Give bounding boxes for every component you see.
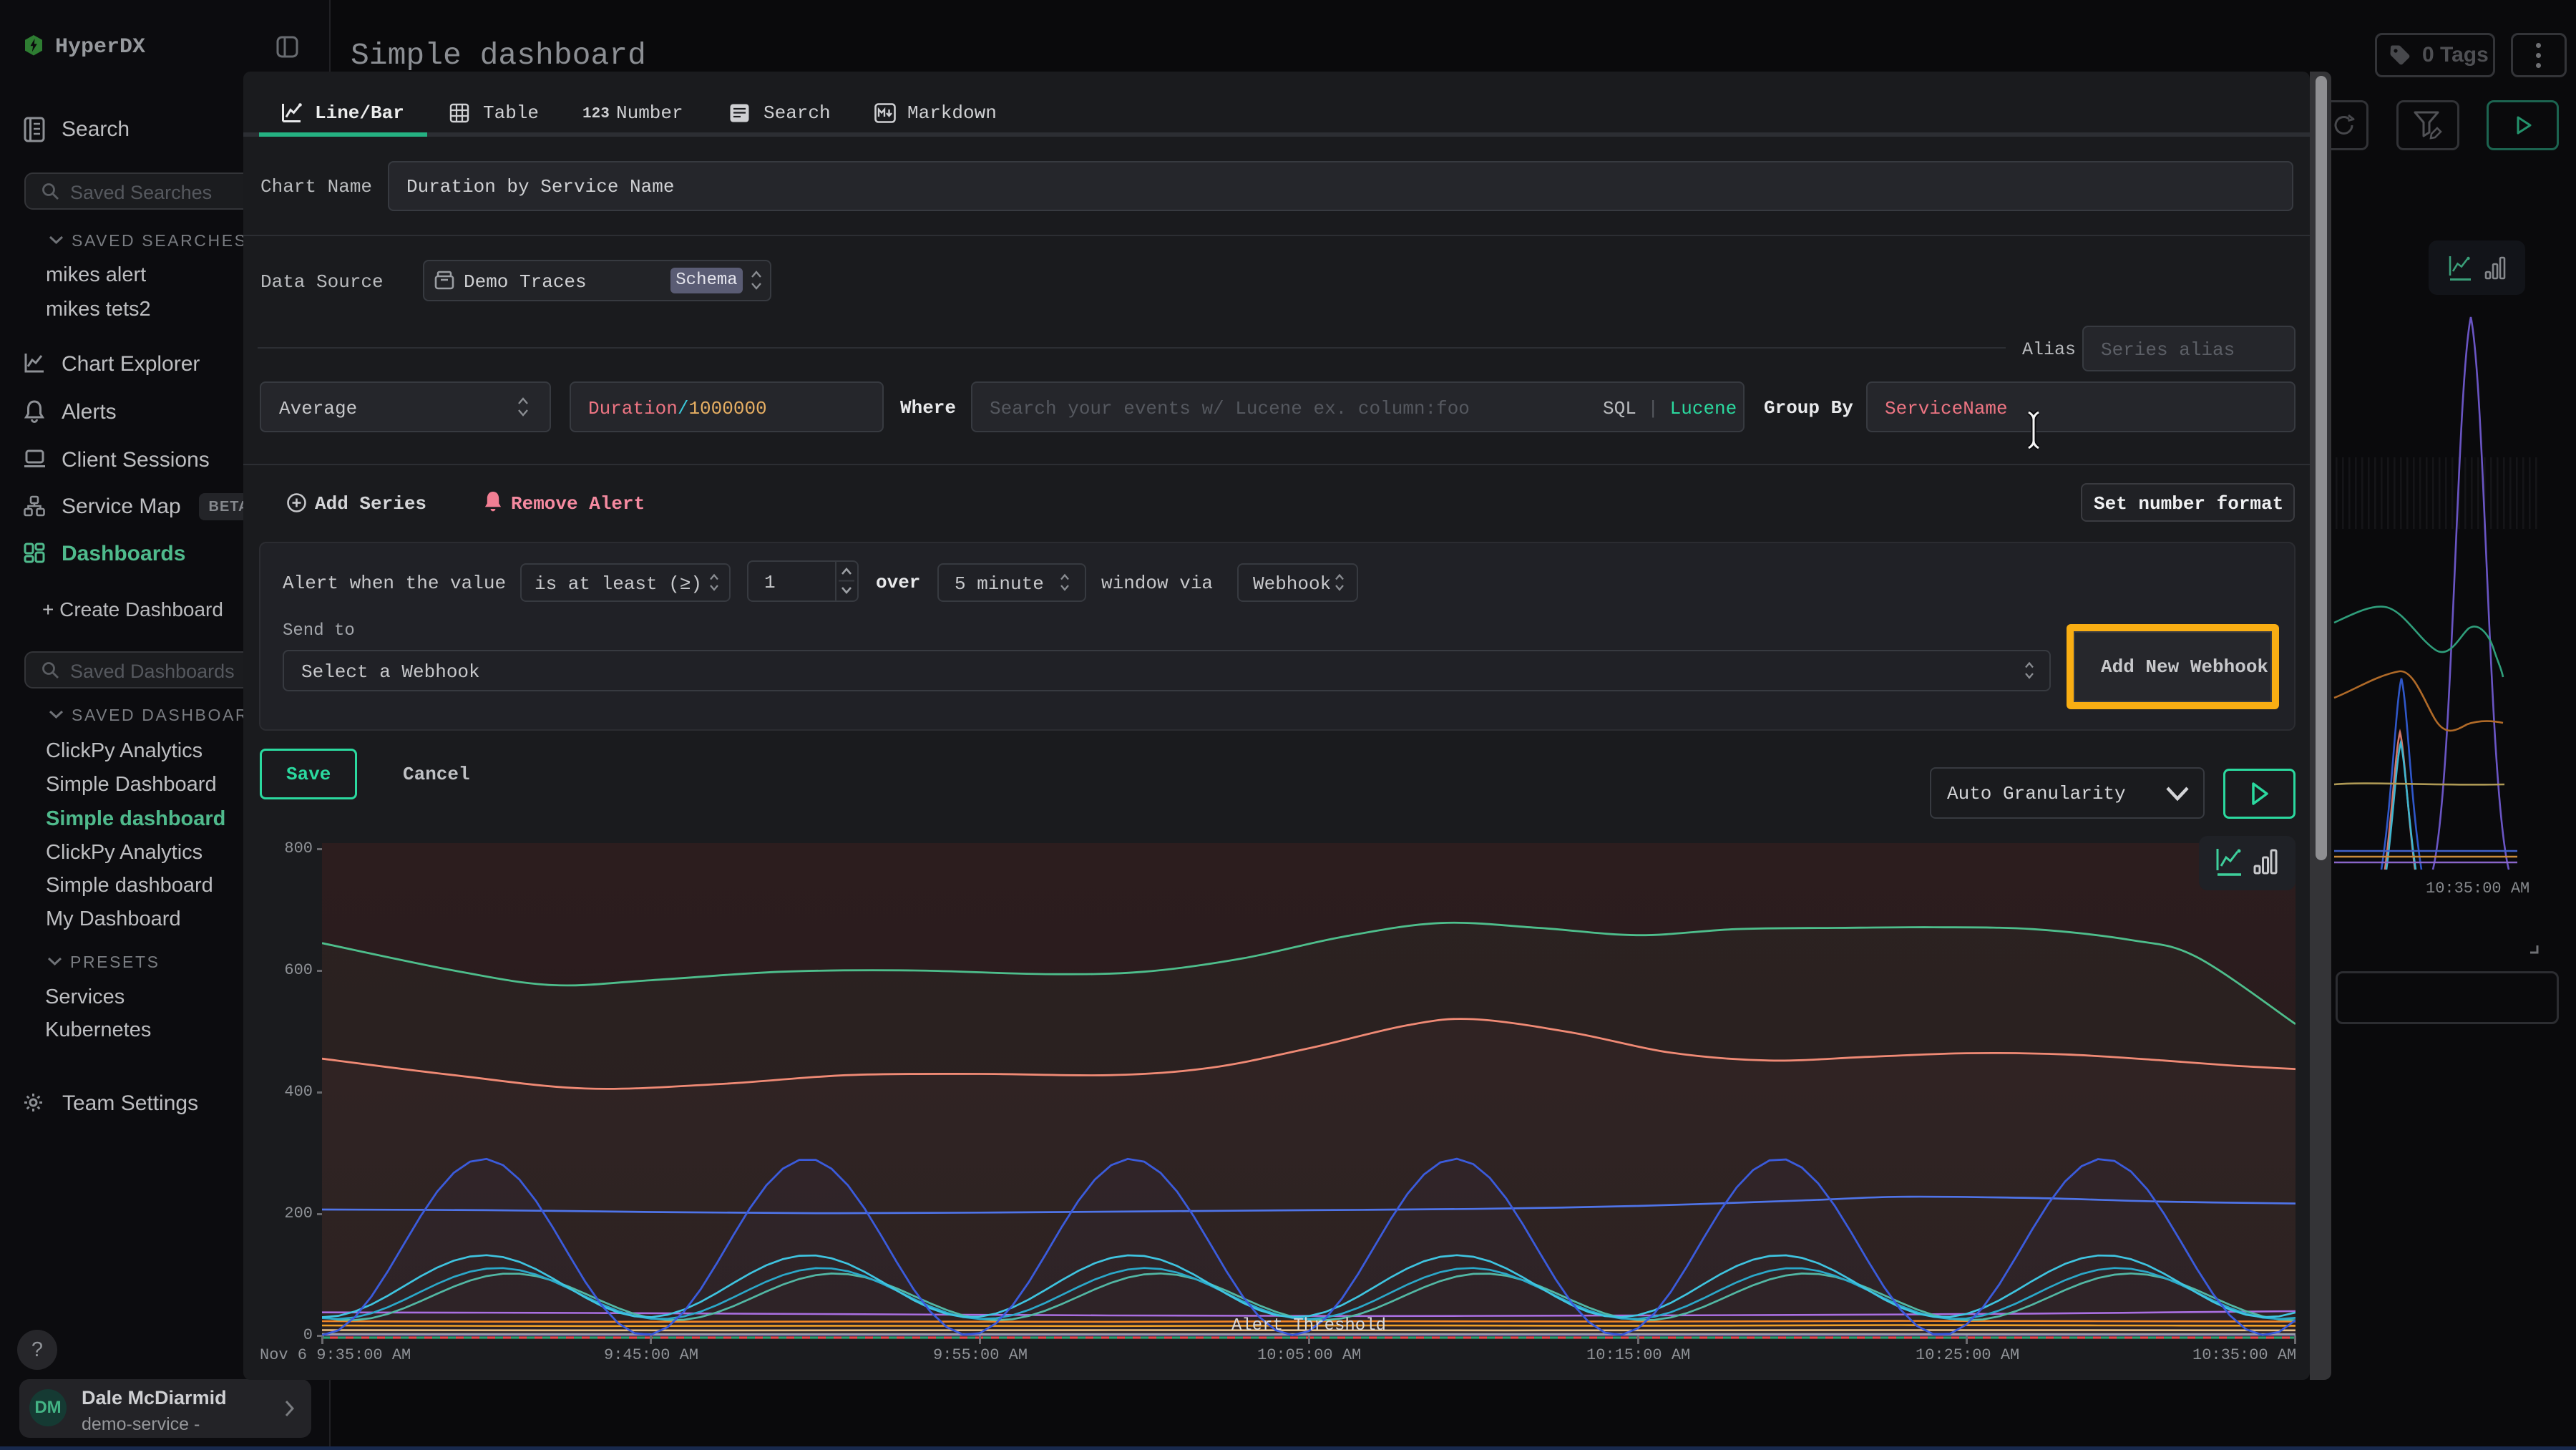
svg-text:Alert Threshold: Alert Threshold [1231, 1316, 1386, 1335]
